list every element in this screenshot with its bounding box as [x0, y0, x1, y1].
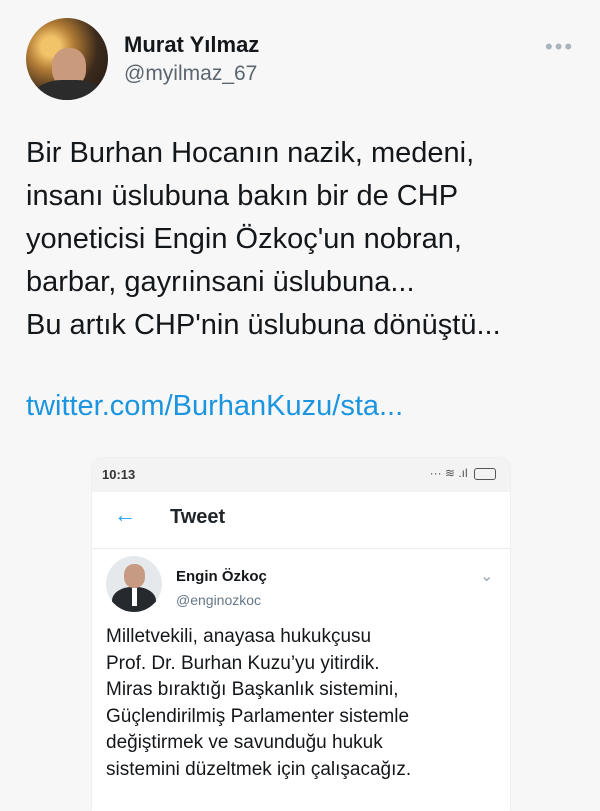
inner-author-avatar	[106, 556, 162, 612]
tweet-text: Bir Burhan Hocanın nazik, medeni, insanı…	[26, 137, 501, 341]
avatar-tie	[132, 588, 137, 606]
author-handle[interactable]: @myilmaz_67	[124, 62, 257, 86]
embedded-screenshot[interactable]: 10:13 ··· ≋ .ıl ← Tweet Engin Özkoç @eng…	[92, 458, 510, 811]
author-avatar[interactable]	[26, 18, 108, 100]
status-bar: 10:13 ··· ≋ .ıl	[92, 458, 510, 492]
inner-author-name: Engin Özkoç	[176, 568, 267, 585]
chevron-down-icon: ⌄	[480, 568, 494, 585]
author-name[interactable]: Murat Yılmaz	[124, 32, 259, 58]
avatar-shoulders	[34, 80, 104, 100]
back-arrow-icon: ←	[114, 502, 136, 527]
tweet-card: Murat Yılmaz @myilmaz_67 ••• Bir Burhan …	[0, 0, 600, 811]
tweet-link[interactable]: twitter.com/BurhanKuzu/sta...	[26, 390, 403, 423]
status-icons: ··· ≋ .ıl	[430, 466, 496, 480]
avatar-head	[124, 564, 145, 588]
battery-icon	[474, 467, 496, 480]
signal-icon: ··· ≋ .ıl	[429, 466, 468, 480]
header-title: Tweet	[170, 506, 226, 528]
status-time: 10:13	[102, 467, 136, 482]
ellipsis-icon[interactable]: •••	[545, 34, 574, 60]
inner-author-handle: @enginozkoc	[176, 592, 262, 608]
inner-tweet-text: Milletvekili, anayasa hukukçusu Prof. Dr…	[106, 626, 412, 780]
header-divider	[92, 548, 510, 549]
